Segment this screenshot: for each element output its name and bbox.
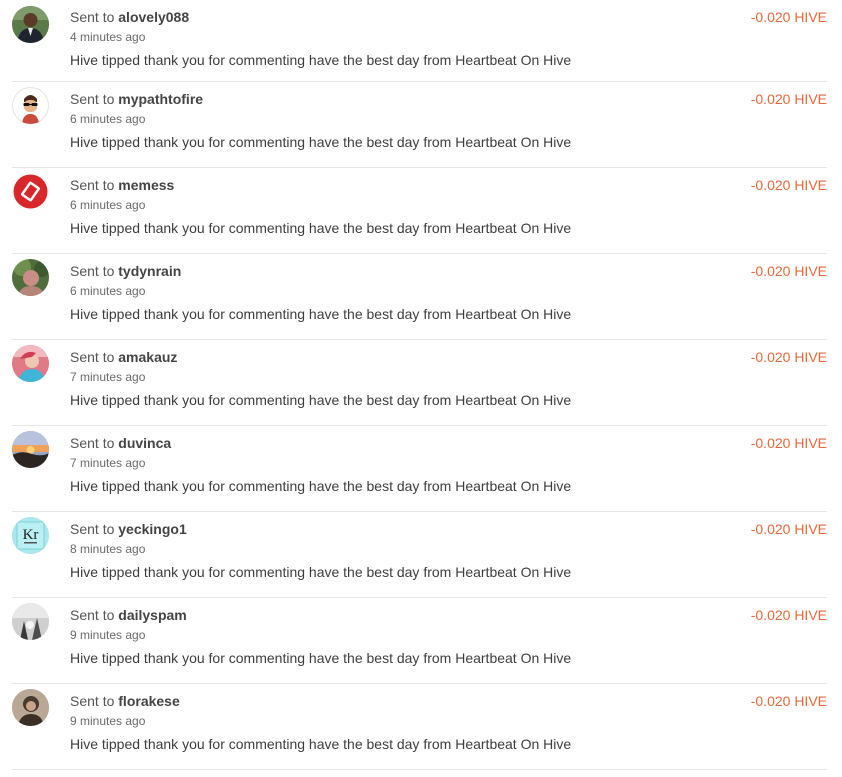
transfer-row: Sent to duvinca 7 minutes ago Hive tippe…	[12, 426, 827, 512]
amount: -0.020 HIVE	[750, 435, 827, 451]
amount: -0.020 HIVE	[750, 607, 827, 623]
amount: -0.020 HIVE	[750, 91, 827, 107]
memo-text: Hive tipped thank you for commenting hav…	[70, 306, 572, 322]
amount: -0.020 HIVE	[750, 263, 827, 279]
recipient-link[interactable]: florakese	[118, 693, 179, 709]
timestamp: 6 minutes ago	[70, 284, 146, 298]
recipient-link[interactable]: tydynrain	[118, 263, 181, 279]
sent-to-label: Sent to	[70, 693, 115, 709]
amount: -0.020 HIVE	[750, 521, 827, 537]
avatar[interactable]	[12, 173, 49, 210]
transfer-row: Sent to tydynrain 6 minutes ago Hive tip…	[12, 254, 827, 340]
timestamp: 9 minutes ago	[70, 714, 146, 728]
recipient-link[interactable]: dailyspam	[118, 607, 186, 623]
memo-text: Hive tipped thank you for commenting hav…	[70, 736, 572, 752]
transfer-description: Sent to alovely088	[70, 9, 189, 25]
memo-text: Hive tipped thank you for commenting hav…	[70, 564, 572, 580]
sent-to-label: Sent to	[70, 177, 115, 193]
avatar[interactable]	[12, 6, 49, 43]
recipient-link[interactable]: amakauz	[118, 349, 177, 365]
timestamp: 4 minutes ago	[70, 30, 146, 44]
recipient-link[interactable]: yeckingo1	[118, 521, 186, 537]
memo-text: Hive tipped thank you for commenting hav…	[70, 392, 572, 408]
avatar[interactable]	[12, 259, 49, 296]
memo-text: Hive tipped thank you for commenting hav…	[70, 650, 572, 666]
amount: -0.020 HIVE	[750, 349, 827, 365]
transfer-row: Sent to mypathtofire 6 minutes ago Hive …	[12, 82, 827, 168]
avatar[interactable]	[12, 689, 49, 726]
transfer-history-list: Sent to alovely088 4 minutes ago Hive ti…	[12, 0, 827, 770]
amount: -0.020 HIVE	[750, 177, 827, 193]
timestamp: 6 minutes ago	[70, 198, 146, 212]
recipient-link[interactable]: duvinca	[118, 435, 171, 451]
amount: -0.020 HIVE	[750, 693, 827, 709]
sent-to-label: Sent to	[70, 607, 115, 623]
transfer-row: Sent to alovely088 4 minutes ago Hive ti…	[12, 0, 827, 82]
transfer-description: Sent to tydynrain	[70, 263, 181, 279]
transfer-description: Sent to amakauz	[70, 349, 177, 365]
amount: -0.020 HIVE	[750, 9, 827, 25]
transfer-description: Sent to yeckingo1	[70, 521, 187, 537]
transfer-row: Sent to dailyspam 9 minutes ago Hive tip…	[12, 598, 827, 684]
sent-to-label: Sent to	[70, 9, 115, 25]
timestamp: 9 minutes ago	[70, 628, 146, 642]
sent-to-label: Sent to	[70, 91, 115, 107]
transfer-row: Sent to florakese 9 minutes ago Hive tip…	[12, 684, 827, 770]
memo-text: Hive tipped thank you for commenting hav…	[70, 478, 572, 494]
avatar[interactable]	[12, 603, 49, 640]
recipient-link[interactable]: mypathtofire	[118, 91, 203, 107]
transfer-description: Sent to florakese	[70, 693, 180, 709]
sent-to-label: Sent to	[70, 521, 115, 537]
memo-text: Hive tipped thank you for commenting hav…	[70, 220, 572, 236]
recipient-link[interactable]: alovely088	[118, 9, 189, 25]
transfer-row: Sent to memess 6 minutes ago Hive tipped…	[12, 168, 827, 254]
transfer-description: Sent to duvinca	[70, 435, 171, 451]
sent-to-label: Sent to	[70, 349, 115, 365]
memo-text: Hive tipped thank you for commenting hav…	[70, 134, 572, 150]
avatar[interactable]: Kr	[12, 517, 49, 554]
transfer-description: Sent to mypathtofire	[70, 91, 203, 107]
timestamp: 7 minutes ago	[70, 456, 146, 470]
recipient-link[interactable]: memess	[118, 177, 174, 193]
sent-to-label: Sent to	[70, 435, 115, 451]
transfer-row: Sent to amakauz 7 minutes ago Hive tippe…	[12, 340, 827, 426]
avatar[interactable]	[12, 87, 49, 124]
memo-text: Hive tipped thank you for commenting hav…	[70, 52, 572, 68]
avatar[interactable]	[12, 345, 49, 382]
sent-to-label: Sent to	[70, 263, 115, 279]
avatar[interactable]	[12, 431, 49, 468]
timestamp: 8 minutes ago	[70, 542, 146, 556]
timestamp: 7 minutes ago	[70, 370, 146, 384]
transfer-description: Sent to memess	[70, 177, 174, 193]
transfer-description: Sent to dailyspam	[70, 607, 187, 623]
svg-text:Kr: Kr	[23, 527, 39, 543]
timestamp: 6 minutes ago	[70, 112, 146, 126]
transfer-row: Kr Sent to yeckingo1 8 minutes ago Hive …	[12, 512, 827, 598]
